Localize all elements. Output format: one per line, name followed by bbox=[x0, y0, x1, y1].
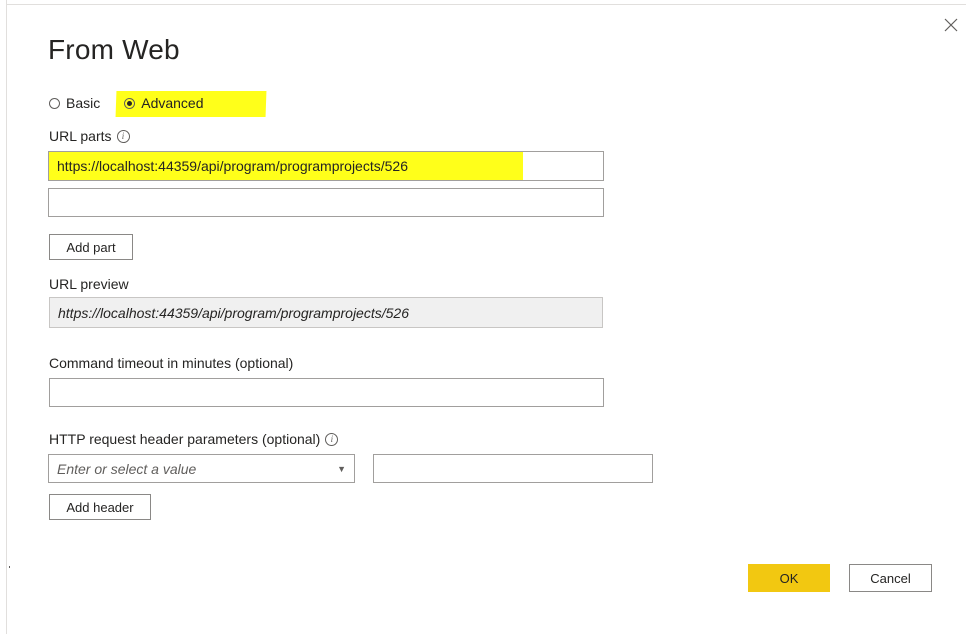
radio-advanced[interactable]: Advanced bbox=[124, 95, 204, 111]
url-part-2-input[interactable] bbox=[48, 188, 604, 217]
close-button[interactable] bbox=[940, 14, 962, 36]
url-preview-field: https://localhost:44359/api/program/prog… bbox=[49, 297, 603, 328]
mode-radio-group: Basic Advanced bbox=[49, 91, 204, 115]
url-parts-label: URL parts bbox=[49, 128, 112, 144]
headers-label-row: HTTP request header parameters (optional… bbox=[49, 431, 339, 447]
header-value-input[interactable] bbox=[373, 454, 653, 483]
timeout-input[interactable] bbox=[49, 378, 604, 407]
dialog-top-border bbox=[6, 4, 966, 5]
info-icon[interactable]: i bbox=[325, 432, 339, 446]
close-icon bbox=[944, 18, 958, 32]
url-preview-label: URL preview bbox=[49, 276, 129, 292]
info-icon[interactable]: i bbox=[116, 129, 130, 143]
url-part-1-input[interactable]: https://localhost:44359/api/program/prog… bbox=[48, 151, 604, 181]
stray-mark bbox=[9, 566, 10, 568]
url-part-1-value: https://localhost:44359/api/program/prog… bbox=[57, 158, 408, 174]
header-key-placeholder: Enter or select a value bbox=[57, 460, 197, 477]
from-web-dialog: From Web Basic Advanced URL parts i http… bbox=[0, 0, 966, 634]
dialog-left-border bbox=[6, 0, 7, 634]
radio-advanced-dot[interactable] bbox=[124, 97, 136, 109]
url-preview-value: https://localhost:44359/api/program/prog… bbox=[58, 304, 409, 321]
dialog-title: From Web bbox=[48, 34, 180, 65]
chevron-down-icon[interactable]: ▼ bbox=[337, 464, 346, 474]
radio-basic[interactable]: Basic bbox=[49, 95, 100, 111]
radio-basic-label: Basic bbox=[66, 95, 101, 111]
add-header-button[interactable]: Add header bbox=[49, 494, 151, 520]
radio-advanced-label: Advanced bbox=[141, 95, 204, 111]
header-key-select[interactable]: Enter or select a value ▼ bbox=[48, 454, 355, 483]
ok-button[interactable]: OK bbox=[748, 564, 830, 592]
cancel-button[interactable]: Cancel bbox=[849, 564, 932, 592]
headers-label: HTTP request header parameters (optional… bbox=[49, 431, 321, 447]
timeout-label: Command timeout in minutes (optional) bbox=[49, 355, 294, 371]
add-part-button[interactable]: Add part bbox=[49, 234, 133, 260]
url-parts-label-row: URL parts i bbox=[49, 128, 130, 144]
radio-basic-dot[interactable] bbox=[49, 97, 60, 109]
